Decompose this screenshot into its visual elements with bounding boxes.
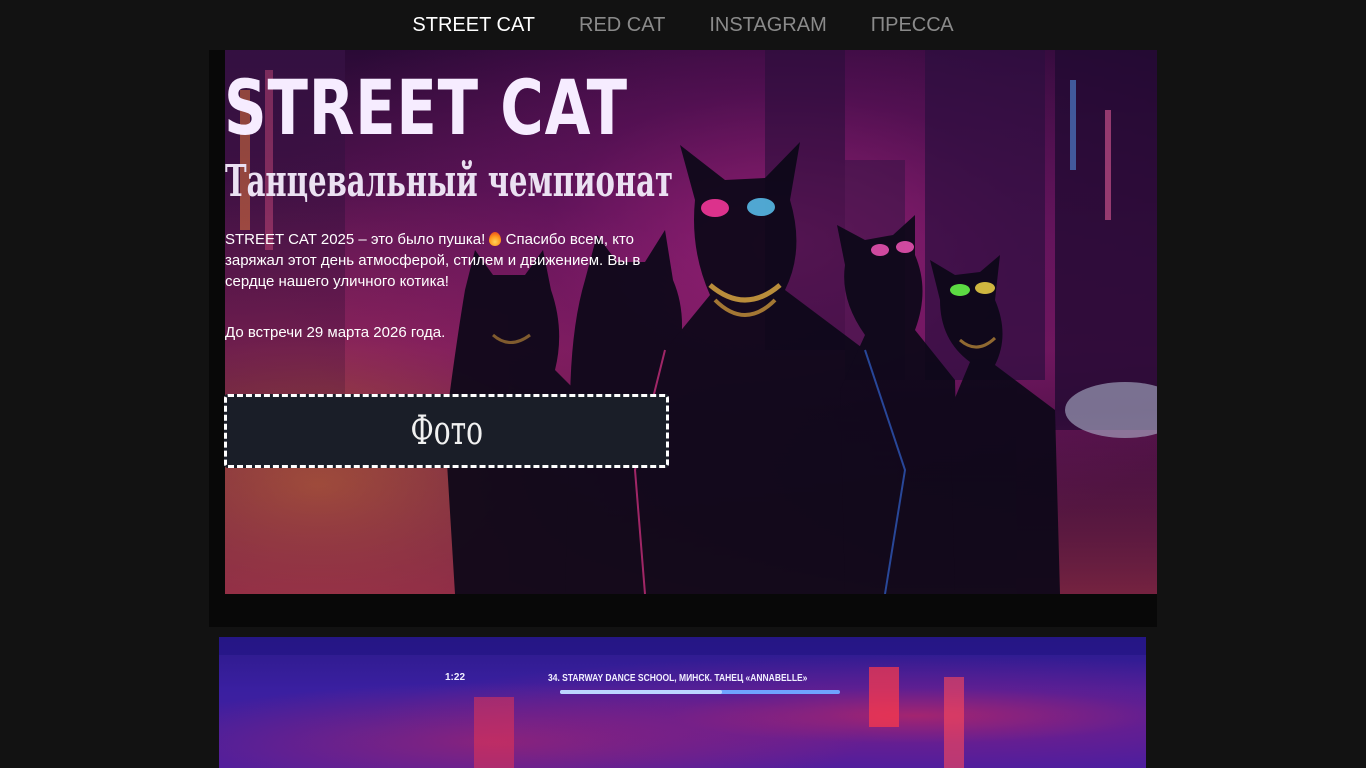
hero-description-part1: STREET CAT 2025 – это было пушка! — [225, 231, 486, 248]
hero-subtitle: Танцевальный чемпионат — [225, 156, 673, 207]
top-navigation: STREET CAT RED CAT INSTAGRAM ПРЕССА — [0, 0, 1366, 50]
video-progress-bar[interactable] — [560, 690, 840, 694]
video-timestamp: 1:22 — [445, 672, 466, 683]
nav-item-street-cat[interactable]: STREET CAT — [412, 0, 535, 50]
hero-description: STREET CAT 2025 – это было пушка! Спасиб… — [225, 229, 675, 292]
photo-button-label: Фото — [410, 408, 483, 454]
hero-closing-line: До встречи 29 марта 2026 года. — [225, 324, 446, 341]
fire-icon — [489, 232, 502, 246]
video-progress-fill — [560, 690, 723, 694]
video-frame-image — [219, 637, 1146, 768]
hero-title: STREET CAT — [224, 63, 628, 152]
nav-item-press[interactable]: ПРЕССА — [871, 0, 954, 50]
nav-item-red-cat[interactable]: RED CAT — [579, 0, 665, 50]
video-caption: 34. STARWAY DANCE SCHOOL, МИНСК. ТАНЕЦ «… — [548, 673, 808, 684]
video-player[interactable] — [219, 637, 1146, 768]
nav-item-instagram[interactable]: INSTAGRAM — [709, 0, 826, 50]
photo-button[interactable]: Фото — [224, 394, 669, 468]
